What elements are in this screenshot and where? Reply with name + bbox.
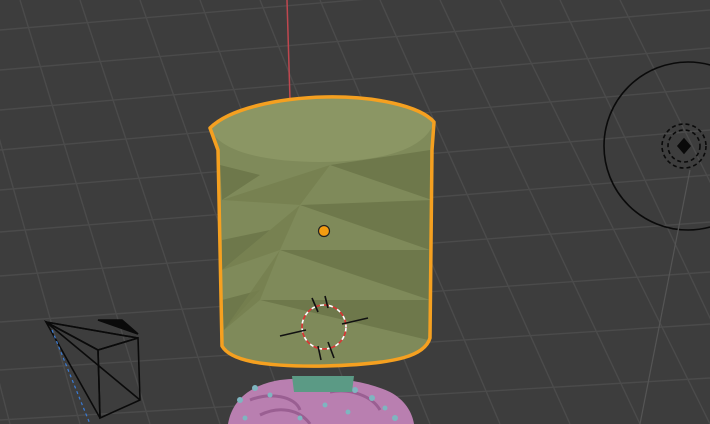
camera-object[interactable] bbox=[43, 319, 141, 424]
cylinder-object[interactable] bbox=[208, 95, 436, 368]
3d-viewport[interactable] bbox=[0, 0, 710, 424]
sculpted-base-object[interactable] bbox=[228, 376, 414, 424]
origin-point-icon[interactable] bbox=[317, 224, 331, 238]
